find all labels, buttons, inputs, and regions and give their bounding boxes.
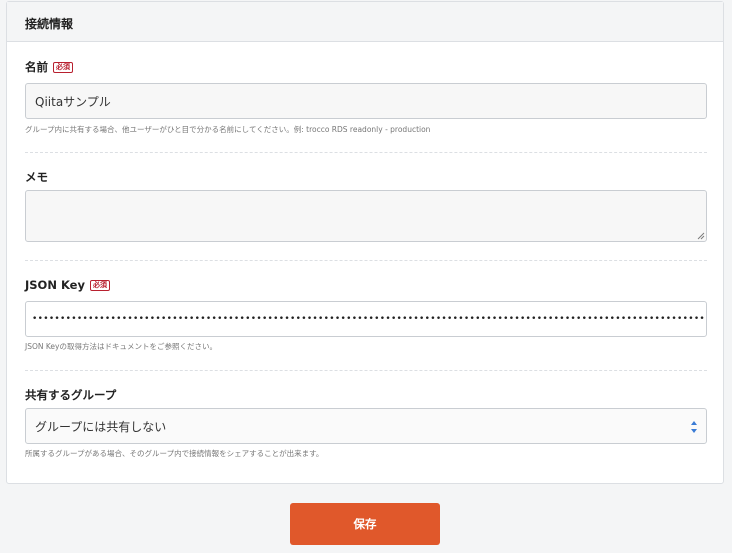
divider <box>25 370 707 371</box>
resize-handle-icon[interactable] <box>697 232 705 240</box>
group-label: 共有するグループ <box>25 388 117 402</box>
json-key-hint: JSON Keyの取得方法はドキュメントをご参照ください。 <box>25 342 217 351</box>
memo-label: メモ <box>25 170 48 184</box>
json-key-masked-value: ••••••••••••••••••••••••••••••••••••••••… <box>32 314 707 324</box>
required-badge: 必須 <box>89 279 110 291</box>
required-badge: 必須 <box>53 61 73 73</box>
memo-label-row: メモ <box>25 169 707 185</box>
json-key-label: JSON Key <box>25 278 85 292</box>
divider <box>25 152 707 153</box>
name-label-row: 名前 必須 <box>25 59 707 75</box>
name-input-value: Qiitaサンプル <box>35 94 111 109</box>
name-hint: グループ内に共有する場合、他ユーザーがひと目で分かる名前にしてください。例: t… <box>25 125 431 134</box>
group-select[interactable]: グループには共有しない <box>25 408 707 444</box>
select-arrows-icon <box>691 421 697 433</box>
divider <box>25 260 707 261</box>
group-hint: 所属するグループがある場合、そのグループ内で接続情報をシェアすることが出来ます。 <box>25 449 324 458</box>
name-input[interactable]: Qiitaサンプル <box>25 83 707 119</box>
json-key-input[interactable]: ••••••••••••••••••••••••••••••••••••••••… <box>25 301 707 337</box>
memo-textarea[interactable] <box>25 190 707 242</box>
name-field-group: 名前 必須 Qiitaサンプル グループ内に共有する場合、他ユーザーがひと目で分… <box>25 59 707 134</box>
save-button[interactable]: 保存 <box>290 503 440 545</box>
json-key-label-row: JSON Key 必須 <box>25 278 707 292</box>
group-select-value: グループには共有しない <box>35 419 167 434</box>
connection-info-card: 接続情報 名前 必須 Qiitaサンプル グループ内に共有する場合、他ユーザーが… <box>6 1 724 484</box>
memo-field-group: メモ <box>25 169 707 242</box>
name-label: 名前 <box>25 60 48 74</box>
json-key-field-group: JSON Key 必須 ••••••••••••••••••••••••••••… <box>25 278 707 351</box>
card-title: 接続情報 <box>7 2 723 42</box>
group-field-group: 共有するグループ グループには共有しない 所属するグループがある場合、そのグルー… <box>25 387 707 458</box>
group-label-row: 共有するグループ <box>25 387 707 403</box>
